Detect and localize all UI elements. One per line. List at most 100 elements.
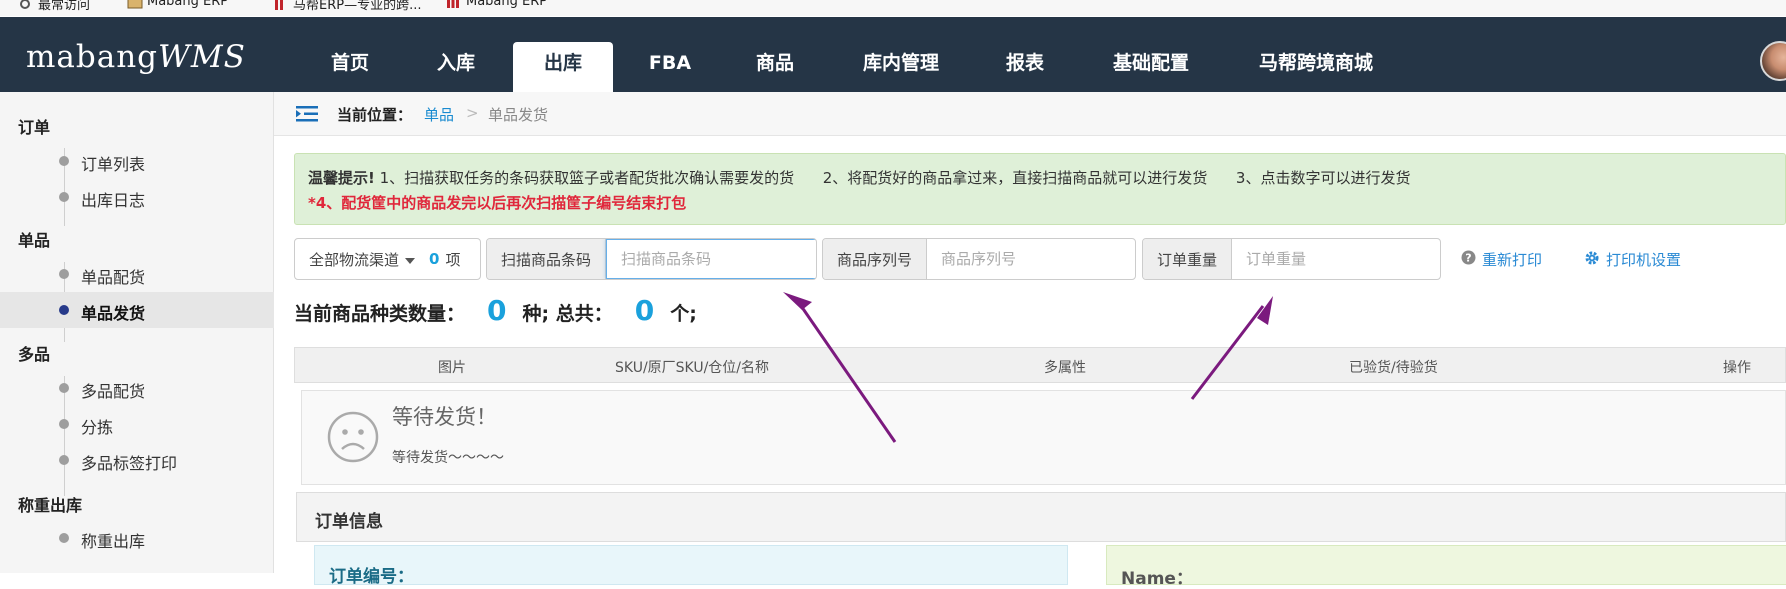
- breadcrumb-current: 单品发货: [488, 106, 549, 124]
- name-panel: Name：: [1106, 545, 1786, 589]
- total-label: 种; 总共：: [522, 303, 613, 325]
- order-weight-input[interactable]: [1232, 239, 1440, 279]
- channel-count-unit: 项: [445, 250, 461, 269]
- column-actions: 操作: [1723, 360, 1751, 376]
- bookmark-mabang-pro[interactable]: 马帮ERP—专业的跨...: [273, 0, 421, 13]
- help-circle-icon: ?: [1461, 250, 1476, 269]
- bookmarks-bar: 最常访问 Mabang ERP 马帮ERP—专业的跨... Mabang ERP: [0, 0, 1786, 16]
- order-number-label: 订单编号：: [329, 567, 414, 587]
- column-attributes: 多属性: [1044, 360, 1086, 376]
- svg-text:?: ?: [1465, 252, 1471, 265]
- table-header: 图片 SKU/原厂SKU/仓位/名称 多属性 已验货/待验货 操作: [294, 347, 1786, 383]
- serial-number-input[interactable]: [927, 239, 1135, 279]
- breadcrumb-link-single[interactable]: 单品: [424, 104, 454, 125]
- sidebar-item-multi-picking[interactable]: 多品配货: [0, 370, 274, 406]
- sidebar-item-single-picking[interactable]: 单品配货: [0, 256, 274, 292]
- bullet-icon: [59, 383, 69, 393]
- nav-warehouse-management[interactable]: 库内管理: [854, 42, 948, 92]
- reprint-label: 重新打印: [1482, 251, 1543, 269]
- scan-barcode-label: 扫描商品条码: [487, 239, 607, 279]
- channel-count: 0: [429, 250, 440, 268]
- mabang-logo-icon: [273, 0, 287, 10]
- scan-barcode-group: 扫描商品条码: [486, 238, 817, 280]
- sidebar-item-multi-label-print[interactable]: 多品标签打印: [0, 442, 274, 478]
- breadcrumb-separator: >: [466, 104, 479, 122]
- nav-home[interactable]: 首页: [308, 42, 392, 92]
- reprint-link[interactable]: ? 重新打印: [1461, 249, 1542, 270]
- tip-banner: 温馨提示! 1、扫描获取任务的条码获取篮子或者配货批次确认需要发的货 2、将配货…: [294, 153, 1786, 225]
- sidebar-item-single-shipping[interactable]: 单品发货: [0, 292, 274, 328]
- bookmark-mabang-erp-1[interactable]: Mabang ERP: [127, 0, 228, 9]
- tip-line-1: 温馨提示! 1、扫描获取任务的条码获取篮子或者配货批次确认需要发的货 2、将配货…: [308, 167, 1772, 188]
- tip-title: 温馨提示!: [308, 169, 375, 187]
- empty-state-subtitle: 等待发货～～～～: [392, 450, 504, 466]
- column-image: 图片: [438, 360, 466, 376]
- avatar[interactable]: [1760, 41, 1786, 81]
- sad-face-icon: [327, 411, 379, 463]
- breadcrumb-prefix: 当前位置：: [337, 106, 413, 124]
- sidebar-item-label: 单品发货: [81, 304, 146, 323]
- channel-select[interactable]: 全部物流渠道 0 项: [294, 238, 481, 280]
- bookmark-label: Mabang ERP: [147, 0, 229, 9]
- sidebar-group-multi: 多品: [18, 345, 51, 364]
- nav-inbound[interactable]: 入库: [414, 42, 498, 92]
- bookmark-mabang-erp-2[interactable]: Mabang ERP: [446, 0, 547, 9]
- logo-suffix: WMS: [158, 39, 246, 75]
- bookmark-image-icon: [127, 0, 143, 9]
- order-number-panel: 订单编号：: [314, 545, 1068, 587]
- sidebar-item-label: 称重出库: [81, 532, 146, 551]
- nav-reports[interactable]: 报表: [985, 42, 1065, 92]
- sidebar: 订单 订单列表 出库日志 单品 单品配货 单品发货 多品 多品配货 分拣 多品标…: [0, 92, 274, 573]
- scan-barcode-input[interactable]: [606, 239, 816, 279]
- bookmark-label: 马帮ERP—专业的跨...: [293, 0, 422, 13]
- bullet-icon: [59, 269, 69, 279]
- menu-toggle-icon[interactable]: [296, 106, 318, 122]
- serial-number-label: 商品序列号: [823, 239, 928, 279]
- sidebar-item-sorting[interactable]: 分拣: [0, 406, 274, 442]
- bullet-icon: [59, 533, 69, 543]
- bullet-icon: [59, 419, 69, 429]
- bullet-icon: [59, 455, 69, 465]
- sidebar-item-label: 多品标签打印: [81, 454, 178, 473]
- order-info-header: 订单信息: [296, 492, 1786, 542]
- tip-line-2: *4、配货筐中的商品发完以后再次扫描筐子编号结束打包: [308, 194, 687, 212]
- caret-down-icon: [405, 250, 416, 268]
- logo-main: mabang: [26, 39, 159, 75]
- column-inspected: 已验货/待验货: [1349, 360, 1438, 376]
- bullet-icon: [59, 156, 69, 166]
- nav-mabang-mall[interactable]: 马帮跨境商城: [1252, 42, 1380, 92]
- nav-basic-config[interactable]: 基础配置: [1104, 42, 1198, 92]
- total-value[interactable]: 0: [635, 294, 654, 327]
- kinds-value[interactable]: 0: [487, 294, 506, 327]
- gear-icon: [18, 0, 32, 10]
- nav-fba[interactable]: FBA: [630, 42, 710, 92]
- sidebar-item-label: 多品配货: [81, 382, 146, 401]
- nav-outbound[interactable]: 出库: [513, 42, 613, 92]
- sidebar-item-outbound-log[interactable]: 出库日志: [0, 179, 274, 215]
- bullet-icon: [59, 192, 69, 202]
- column-sku: SKU/原厂SKU/仓位/名称: [615, 360, 770, 376]
- serial-number-group: 商品序列号: [822, 238, 1136, 280]
- sidebar-item-weigh-outbound[interactable]: 称重出库: [0, 520, 274, 556]
- empty-state-title: 等待发货！: [392, 405, 497, 429]
- bullet-icon: [59, 305, 69, 315]
- printer-settings-link[interactable]: 打印机设置: [1584, 249, 1681, 270]
- sidebar-group-weigh-outbound: 称重出库: [18, 496, 83, 515]
- bookmark-label: Mabang ERP: [466, 0, 548, 9]
- bookmark-label: 最常访问: [38, 0, 91, 13]
- sidebar-item-label: 订单列表: [81, 155, 146, 174]
- name-label: Name：: [1121, 569, 1193, 589]
- sidebar-item-order-list[interactable]: 订单列表: [0, 143, 274, 179]
- sidebar-group-single: 单品: [18, 231, 51, 250]
- tip-text: 1、扫描获取任务的条码获取篮子或者配货批次确认需要发的货 2、将配货好的商品拿过…: [374, 169, 1411, 187]
- kinds-label: 当前商品种类数量：: [294, 303, 466, 325]
- sidebar-group-orders: 订单: [18, 118, 51, 137]
- product-count-summary: 当前商品种类数量： 0 种; 总共： 0 个;: [294, 294, 697, 327]
- sidebar-item-label: 单品配货: [81, 268, 146, 287]
- bookmark-most-visited[interactable]: 最常访问: [18, 0, 90, 13]
- gear-icon: [1584, 250, 1600, 270]
- printer-settings-label: 打印机设置: [1606, 251, 1682, 269]
- sidebar-item-label: 分拣: [81, 418, 114, 437]
- app-logo[interactable]: mabangWMS: [26, 39, 246, 75]
- nav-products[interactable]: 商品: [735, 42, 815, 92]
